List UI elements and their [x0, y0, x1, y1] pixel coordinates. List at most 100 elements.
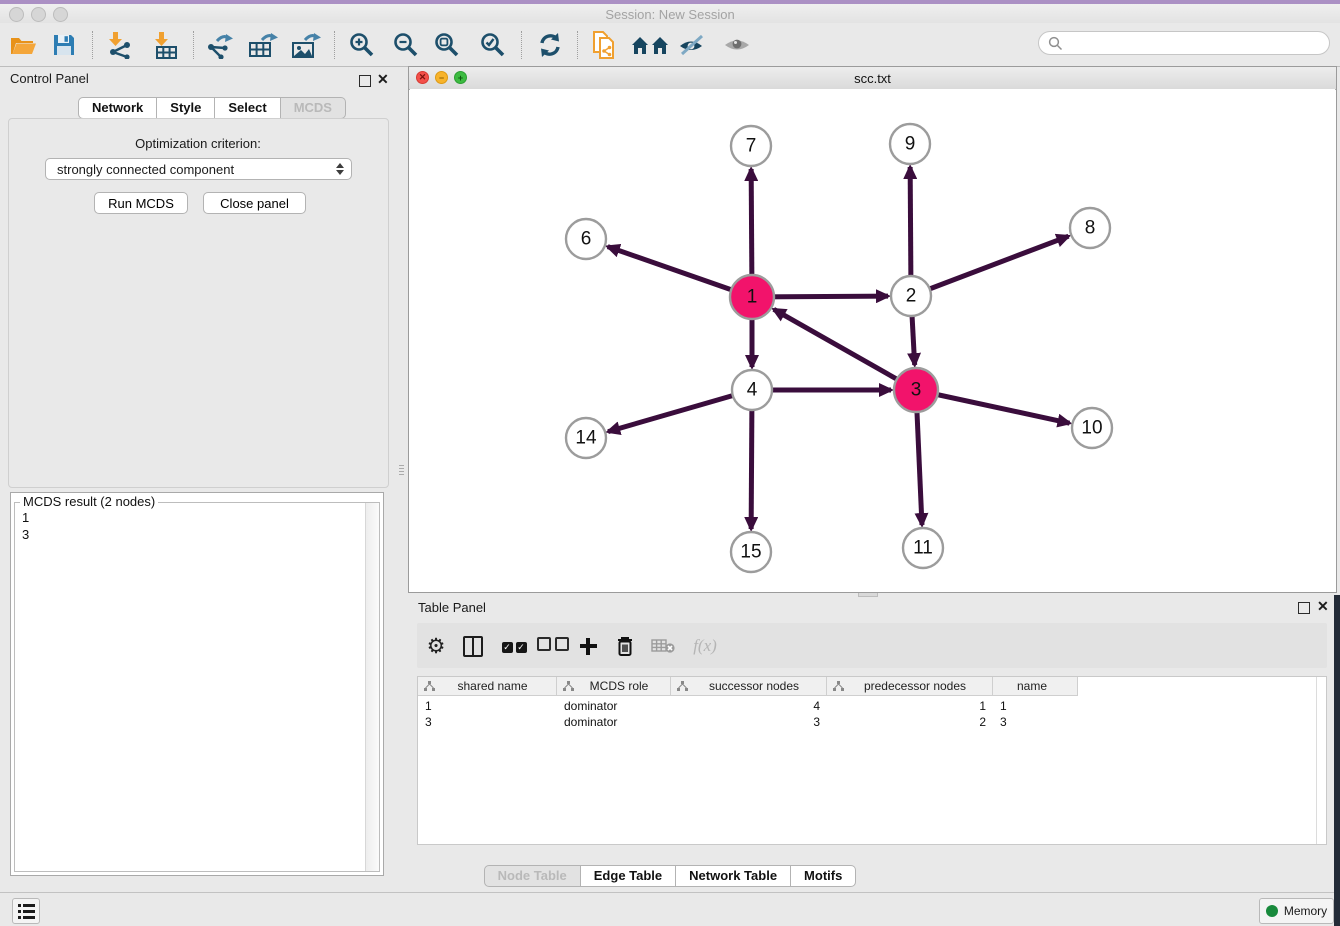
- graph-edge-3-1[interactable]: [774, 309, 916, 390]
- optimization-criterion-select[interactable]: strongly connected component: [45, 158, 352, 180]
- mcds-result-list[interactable]: 1 3: [22, 509, 29, 543]
- tab-style[interactable]: Style: [157, 97, 215, 119]
- automation-panel-button[interactable]: [12, 898, 40, 924]
- graph-node-label-7: 7: [746, 136, 757, 157]
- zoom-selected-button[interactable]: [476, 28, 510, 62]
- table-panel-close-button[interactable]: ✕: [1317, 601, 1329, 611]
- cell-successor-nodes[interactable]: 4: [671, 698, 827, 714]
- tab-node-table[interactable]: Node Table: [484, 865, 581, 887]
- hide-selected-button[interactable]: [675, 28, 709, 62]
- cell-predecessor-nodes[interactable]: 1: [827, 698, 993, 714]
- column-header-successor-nodes[interactable]: successor nodes: [671, 677, 827, 696]
- delete-table-button[interactable]: [647, 630, 679, 662]
- mcds-result-title: MCDS result (2 nodes): [20, 494, 158, 509]
- vertical-splitter-grip[interactable]: [397, 458, 406, 482]
- refresh-button[interactable]: [533, 28, 567, 62]
- result-scrollbar[interactable]: [365, 503, 379, 871]
- column-header-shared-name[interactable]: shared name: [418, 677, 557, 696]
- function-builder-button[interactable]: f(x): [685, 630, 725, 662]
- run-mcds-button[interactable]: Run MCDS: [94, 192, 188, 214]
- zoom-in-icon: [349, 32, 375, 58]
- table-type-tabs: Node Table Edge Table Network Table Moti…: [0, 865, 1340, 887]
- control-panel-float-button[interactable]: [359, 74, 371, 92]
- eye-icon: [723, 33, 751, 57]
- export-network-icon: [205, 31, 233, 59]
- table-panel-float-button[interactable]: [1298, 601, 1310, 619]
- control-panel-close-button[interactable]: ✕: [377, 74, 389, 84]
- cell-predecessor-nodes[interactable]: 2: [827, 714, 993, 730]
- table-settings-button[interactable]: ⚙: [420, 630, 452, 662]
- toolbar-separator: [193, 31, 194, 59]
- status-bar: Memory: [0, 892, 1340, 926]
- cell-mcds-role[interactable]: dominator: [557, 714, 671, 730]
- cell-name[interactable]: 3: [993, 714, 1078, 730]
- select-stepper-icon: [336, 163, 344, 175]
- select-all-columns-button[interactable]: ✓✓: [496, 630, 532, 662]
- zoom-out-button[interactable]: [389, 28, 423, 62]
- tab-motifs[interactable]: Motifs: [791, 865, 856, 887]
- cell-successor-nodes[interactable]: 3: [671, 714, 827, 730]
- tab-edge-table[interactable]: Edge Table: [581, 865, 676, 887]
- graph-node-label-2: 2: [906, 286, 917, 307]
- show-hidden-button[interactable]: [720, 28, 754, 62]
- cell-shared-name[interactable]: 1: [418, 698, 557, 714]
- column-header-predecessor-nodes[interactable]: predecessor nodes: [827, 677, 993, 696]
- import-table-button[interactable]: [148, 28, 182, 62]
- clone-network-button[interactable]: [588, 28, 622, 62]
- tab-network[interactable]: Network: [78, 97, 157, 119]
- graph-edge-4-14[interactable]: [608, 390, 752, 432]
- graph-node-label-15: 15: [740, 542, 761, 563]
- graph-node-label-14: 14: [575, 428, 597, 449]
- table-toolbar: ⚙ ✓✓ f(x): [417, 623, 1327, 668]
- refresh-icon: [537, 32, 563, 58]
- export-image-button[interactable]: [289, 28, 323, 62]
- table-scrollbar[interactable]: [1316, 677, 1317, 844]
- column-header-name[interactable]: name: [993, 677, 1078, 696]
- close-panel-button[interactable]: Close panel: [203, 192, 306, 214]
- node-table: shared name MCDS role successor nodes pr…: [417, 676, 1327, 845]
- search-input[interactable]: [1063, 35, 1329, 52]
- application-window: Session: New Session: [0, 0, 1340, 926]
- search-field[interactable]: [1038, 31, 1330, 55]
- network-view-window: ✕ − + scc.txt 7968124314101511: [408, 66, 1337, 593]
- network-canvas[interactable]: 7968124314101511: [410, 89, 1335, 591]
- tab-network-table[interactable]: Network Table: [676, 865, 791, 887]
- export-image-icon: [291, 31, 321, 59]
- show-all-networks-button[interactable]: [630, 28, 670, 62]
- cell-mcds-role[interactable]: dominator: [557, 698, 671, 714]
- graph-node-label-1: 1: [747, 287, 758, 308]
- import-network-button[interactable]: [102, 28, 136, 62]
- create-column-button[interactable]: [572, 630, 604, 662]
- float-icon: [1298, 602, 1310, 614]
- tab-mcds[interactable]: MCDS: [281, 97, 346, 119]
- homes-icon: [631, 33, 669, 57]
- memory-status-dot: [1266, 905, 1278, 917]
- network-window-titlebar[interactable]: ✕ − + scc.txt: [409, 67, 1336, 90]
- cell-name[interactable]: 1: [993, 698, 1078, 714]
- memory-button[interactable]: Memory: [1259, 898, 1334, 924]
- import-network-icon: [105, 31, 133, 59]
- graph-edge-3-10[interactable]: [916, 390, 1070, 423]
- zoom-fit-button[interactable]: [430, 28, 464, 62]
- desktop-strip-right: [1334, 595, 1340, 926]
- export-network-button[interactable]: [202, 28, 236, 62]
- delete-column-button[interactable]: [609, 630, 641, 662]
- open-session-button[interactable]: [6, 28, 40, 62]
- save-session-button[interactable]: [47, 28, 81, 62]
- export-table-button[interactable]: [246, 28, 280, 62]
- list-icon: [18, 904, 35, 919]
- network-window-title: scc.txt: [409, 71, 1336, 86]
- tab-select[interactable]: Select: [215, 97, 280, 119]
- plus-icon: [580, 638, 597, 655]
- export-table-icon: [248, 31, 278, 59]
- clone-network-icon: [591, 30, 619, 60]
- unselect-all-columns-button[interactable]: [535, 630, 571, 662]
- column-header-mcds-role[interactable]: MCDS role: [557, 677, 671, 696]
- mcds-result-fieldset: MCDS result (2 nodes) 1 3: [14, 502, 380, 872]
- zoom-in-button[interactable]: [345, 28, 379, 62]
- split-view-button[interactable]: [457, 630, 489, 662]
- cell-shared-name[interactable]: 3: [418, 714, 557, 730]
- graph-node-label-9: 9: [905, 134, 916, 155]
- graph-edge-2-8[interactable]: [911, 236, 1068, 296]
- column-label: successor nodes: [688, 679, 826, 693]
